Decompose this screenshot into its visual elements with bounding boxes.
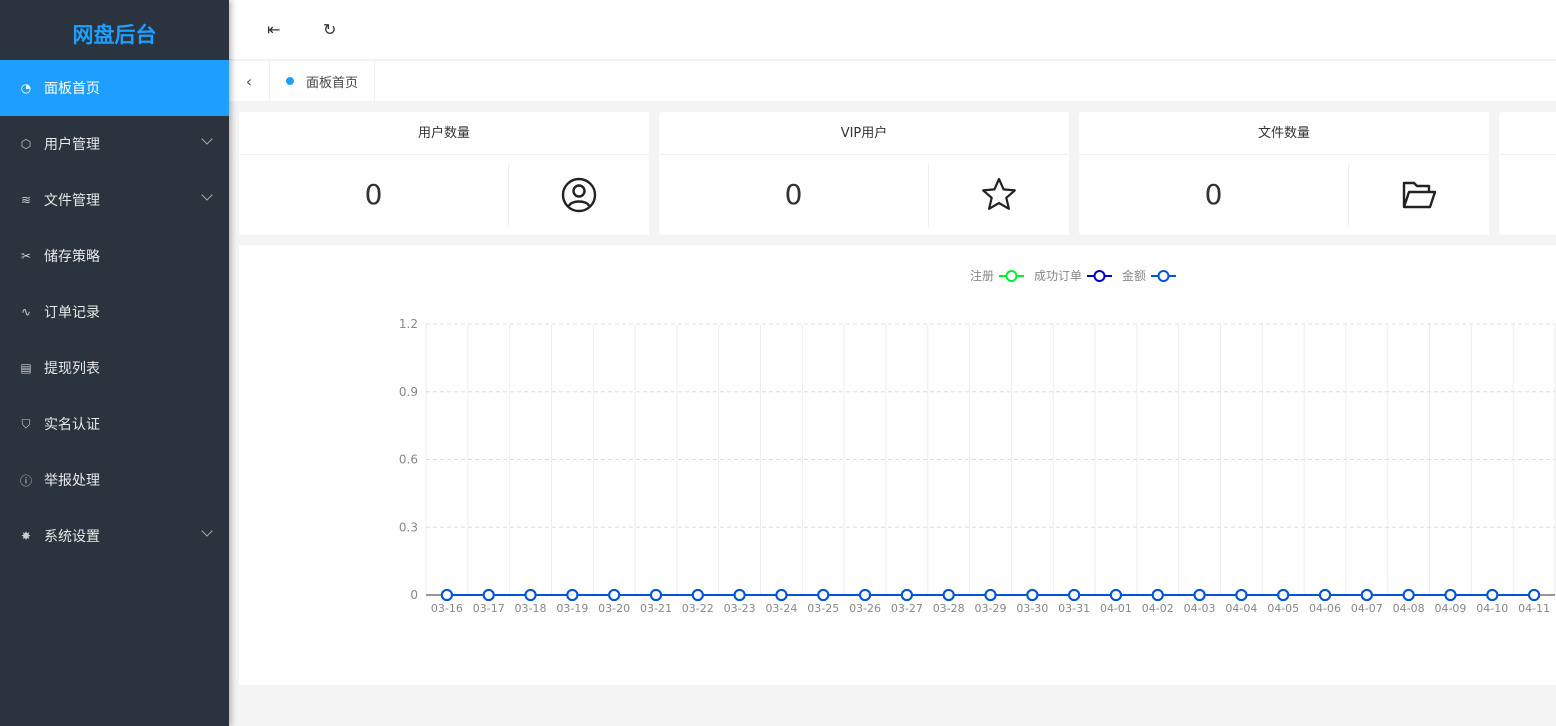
sidebar-item-label: 面板首页 — [44, 81, 100, 97]
layers-icon: ≋ — [20, 193, 32, 207]
x-tick-label: 04-01 — [1100, 602, 1132, 615]
data-point — [1151, 589, 1164, 601]
data-point — [649, 589, 662, 601]
y-tick-label: 0.9 — [399, 385, 418, 399]
x-tick-label: 04-05 — [1267, 602, 1299, 615]
data-point — [1444, 589, 1457, 601]
data-point — [1193, 589, 1206, 601]
x-tick-label: 03-28 — [933, 602, 965, 615]
data-point — [1528, 589, 1541, 601]
x-tick-label: 03-31 — [1058, 602, 1090, 615]
data-point — [733, 589, 746, 601]
chevron-down-icon — [201, 189, 213, 201]
data-point — [482, 589, 495, 601]
tools-icon: ✂ — [20, 249, 32, 263]
sidebar-item-8[interactable]: ✸ 系统设置 — [0, 508, 229, 564]
data-point — [942, 589, 955, 601]
x-tick-label: 03-19 — [556, 602, 588, 615]
x-tick-label: 03-20 — [598, 602, 630, 615]
data-point — [1068, 589, 1081, 601]
sidebar-item-6[interactable]: ⛉ 实名认证 — [0, 396, 229, 452]
x-tick-label: 03-21 — [640, 602, 672, 615]
data-point — [1109, 589, 1122, 601]
x-tick-label: 03-24 — [765, 602, 797, 615]
shield-check-icon: ⛉ — [21, 416, 31, 431]
chevron-down-icon — [201, 525, 213, 537]
data-point — [566, 589, 579, 601]
sidebar-item-label: 系统设置 — [44, 529, 100, 545]
x-tick-label: 03-18 — [515, 602, 547, 615]
data-point — [1277, 589, 1290, 601]
sidebar-item-7[interactable]: ⓘ 举报处理 — [0, 452, 229, 508]
sidebar-item-label: 订单记录 — [44, 305, 100, 321]
gear-icon: ✸ — [20, 529, 32, 543]
data-point — [1235, 589, 1248, 601]
sidebar: 网盘后台 ◔ 面板首页 ⬡ 用户管理 ≋ 文件管理 ✂ 储存策略 ∿ 订单记录 ▤ 提现列表 ⛉ 实名认证… — [0, 0, 229, 726]
x-tick-label: 04-11 — [1518, 602, 1550, 615]
sidebar-item-3[interactable]: ✂ 储存策略 — [0, 228, 229, 284]
x-tick-label: 03-25 — [807, 602, 839, 615]
data-point — [440, 589, 453, 601]
sidebar-nav: ◔ 面板首页 ⬡ 用户管理 ≋ 文件管理 ✂ 储存策略 ∿ 订单记录 ▤ 提现列表 ⛉ 实名认证 ⓘ 举报处理… — [0, 60, 229, 564]
data-point — [900, 589, 913, 601]
data-point — [775, 589, 788, 601]
data-point — [1026, 589, 1039, 601]
data-point — [524, 589, 537, 601]
clipboard-icon: ▤ — [20, 361, 32, 375]
x-tick-label: 04-03 — [1184, 602, 1216, 615]
x-tick-label: 03-16 — [431, 602, 463, 615]
x-tick-label: 03-27 — [891, 602, 923, 615]
x-tick-label: 03-23 — [724, 602, 756, 615]
sidebar-item-1[interactable]: ⬡ 用户管理 — [0, 116, 229, 172]
pulse-icon: ∿ — [20, 305, 32, 319]
sidebar-item-4[interactable]: ∿ 订单记录 — [0, 284, 229, 340]
x-tick-label: 04-09 — [1434, 602, 1466, 615]
cube-icon: ⬡ — [20, 137, 32, 151]
sidebar-item-label: 提现列表 — [44, 361, 100, 377]
x-tick-label: 04-08 — [1393, 602, 1425, 615]
sidebar-item-label: 实名认证 — [44, 417, 100, 433]
sidebar-item-0[interactable]: ◔ 面板首页 — [0, 60, 229, 116]
y-tick-label: 1.2 — [399, 317, 418, 331]
x-tick-label: 04-02 — [1142, 602, 1174, 615]
line-chart: 0 0.3 0.6 0.9 1.2 03-16 03-17 03-18 03-19 03-20 03… — [399, 317, 1556, 615]
info-icon: ⓘ — [19, 473, 32, 488]
x-tick-label: 04-10 — [1476, 602, 1508, 615]
data-point — [817, 589, 830, 601]
sidebar-item-5[interactable]: ▤ 提现列表 — [0, 340, 229, 396]
x-tick-label: 04-04 — [1225, 602, 1257, 615]
x-tick-label: 04-06 — [1309, 602, 1341, 615]
data-point — [1360, 589, 1373, 601]
sidebar-item-label: 文件管理 — [44, 193, 100, 209]
dashboard-icon: ◔ — [20, 81, 32, 95]
sidebar-item-label: 用户管理 — [44, 137, 100, 153]
y-tick-label: 0.6 — [399, 453, 418, 467]
data-point — [1402, 589, 1415, 601]
sidebar-item-2[interactable]: ≋ 文件管理 — [0, 172, 229, 228]
x-tick-label: 03-26 — [849, 602, 881, 615]
sidebar-item-label: 储存策略 — [44, 249, 100, 265]
chevron-down-icon — [201, 133, 213, 145]
x-tick-label: 03-22 — [682, 602, 714, 615]
x-tick-label: 03-29 — [975, 602, 1007, 615]
data-point — [859, 589, 872, 601]
data-point — [1319, 589, 1332, 601]
data-point — [984, 589, 997, 601]
data-point — [608, 589, 621, 601]
x-tick-label: 03-30 — [1016, 602, 1048, 615]
data-point — [691, 589, 704, 601]
x-tick-label: 03-17 — [473, 602, 505, 615]
data-point — [1486, 589, 1499, 601]
y-tick-label: 0 — [410, 588, 418, 602]
logo: 网盘后台 — [72, 23, 157, 47]
y-tick-label: 0.3 — [399, 520, 418, 534]
x-tick-label: 04-07 — [1351, 602, 1383, 615]
sidebar-item-label: 举报处理 — [44, 473, 100, 489]
